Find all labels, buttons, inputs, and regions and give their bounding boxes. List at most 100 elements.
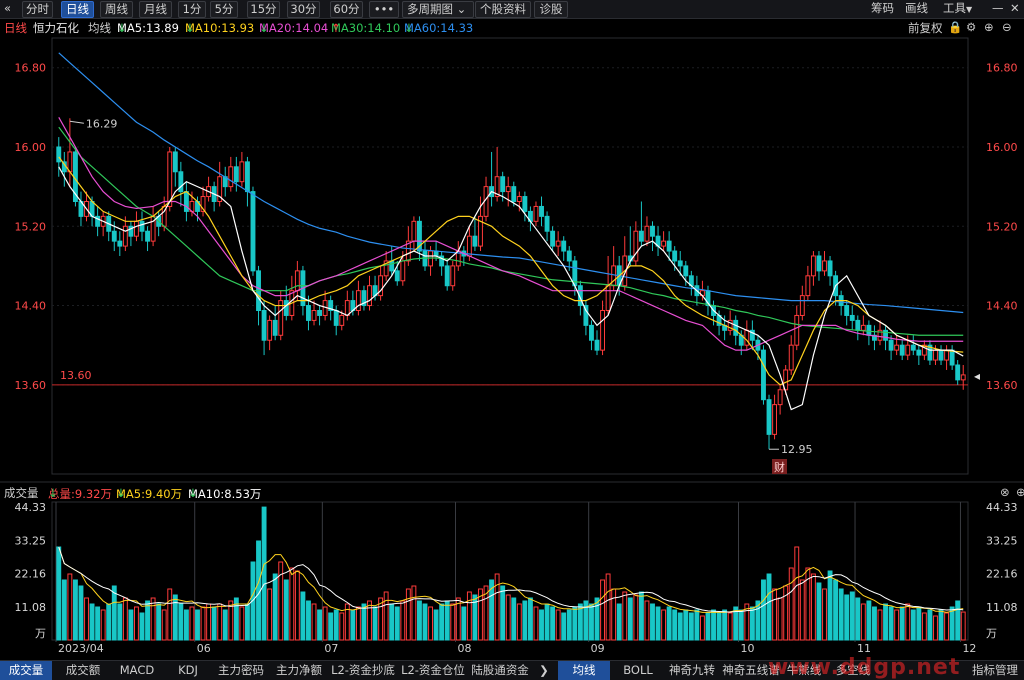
- volume-bar-69: [439, 603, 445, 641]
- volume-bar-68: [433, 609, 439, 641]
- volume-bar-73: [461, 606, 467, 641]
- tab-1[interactable]: 成交额: [58, 661, 108, 680]
- candle-body-83: [516, 196, 522, 203]
- volume-bar-118: [711, 609, 716, 641]
- volume-bar-67: [428, 606, 433, 641]
- volume-bar-80: [500, 585, 506, 641]
- candle-body-89: [550, 230, 556, 247]
- scroll-right-icon[interactable]: ❯: [538, 661, 550, 680]
- volume-bar-103: [627, 597, 633, 641]
- volume-bar-163: [960, 611, 966, 641]
- tab-5[interactable]: 主力净额: [272, 661, 326, 680]
- tab-4[interactable]: 主力密码: [214, 661, 268, 680]
- volume-bar-64: [411, 585, 417, 641]
- candle-body-159: [938, 349, 944, 361]
- volume-bar-146: [866, 600, 872, 641]
- indicator-tab-0[interactable]: 均线: [558, 661, 610, 680]
- candle-body-142: [844, 305, 850, 316]
- month-label-1: 06: [197, 642, 211, 655]
- candle-body-163: [960, 374, 966, 381]
- volume-bar-123: [738, 609, 744, 641]
- candle-body-144: [855, 319, 861, 331]
- candle-body-68: [433, 250, 439, 257]
- volume-bar-102: [622, 591, 628, 641]
- volume-bar-113: [683, 609, 689, 641]
- volume-bar-37: [261, 506, 267, 641]
- candle-body-134: [799, 295, 805, 316]
- volume-bar-24: [189, 606, 195, 641]
- month-label-0: 2023/04: [58, 642, 104, 655]
- volume-bar-1: [61, 579, 67, 641]
- candle-body-15: [139, 220, 145, 232]
- candle-body-136: [810, 255, 816, 277]
- tab-7[interactable]: L2-资金仓位: [400, 661, 466, 680]
- candle-body-106: [644, 225, 650, 242]
- volume-tick-left-0: 44.33: [15, 501, 47, 514]
- volume-bar-55: [361, 603, 367, 641]
- volume-bar-120: [722, 609, 728, 641]
- tab-0[interactable]: 成交量: [0, 661, 52, 680]
- tab-6[interactable]: L2-资金抄底: [330, 661, 396, 680]
- low-annotation: 12.95: [781, 443, 813, 456]
- candle-body-32: [233, 166, 239, 183]
- indicator-tab-1[interactable]: BOLL: [614, 661, 662, 680]
- candle-body-21: [172, 151, 178, 173]
- volume-bar-106: [644, 600, 650, 641]
- volume-bar-65: [417, 600, 422, 641]
- indicator-tab-2[interactable]: 神奇九转: [666, 661, 718, 680]
- high-annotation: 16.29: [86, 117, 118, 130]
- volume-bar-43: [294, 570, 300, 641]
- volume-bar-45: [306, 600, 311, 641]
- volume-bar-9: [106, 603, 112, 641]
- candle-body-43: [294, 270, 300, 292]
- volume-bar-42: [289, 567, 295, 641]
- level-label: 13.60: [60, 369, 92, 382]
- volume-bar-54: [355, 606, 361, 641]
- volume-bar-71: [450, 603, 456, 641]
- volume-bar-62: [400, 600, 406, 641]
- volume-bar-121: [727, 612, 733, 641]
- candle-body-64: [411, 220, 417, 242]
- volume-bar-91: [561, 612, 567, 641]
- candle-body-161: [949, 349, 955, 366]
- volume-bar-44: [300, 591, 306, 641]
- tab-2[interactable]: MACD: [112, 661, 162, 680]
- volume-bar-89: [550, 606, 556, 641]
- volume-bar-13: [128, 609, 134, 641]
- volume-bar-38: [267, 588, 273, 641]
- volume-bar-86: [533, 606, 539, 641]
- tab-8[interactable]: 陆股通资金: [470, 661, 530, 680]
- price-tick-left-0: 16.80: [15, 62, 47, 75]
- month-label-6: 11: [857, 642, 871, 655]
- volume-bar-107: [650, 603, 655, 641]
- indicator-tab-6[interactable]: 指标管理: [966, 661, 1024, 680]
- volume-bar-144: [855, 597, 861, 641]
- ma10-line: [58, 156, 964, 386]
- volume-unit-right: 万: [986, 627, 997, 640]
- volume-bar-142: [844, 594, 850, 641]
- candle-body-91: [561, 240, 567, 252]
- volume-bar-157: [927, 609, 933, 641]
- volume-bar-101: [616, 603, 622, 641]
- kline-chart[interactable]: 16.80 16.80 16.00 16.00 15.20 15.20 14.40 14.40…: [0, 0, 1024, 679]
- financial-report-mark: 财: [774, 460, 785, 474]
- candle-body-112: [677, 260, 683, 267]
- volume-bar-66: [422, 603, 428, 641]
- candle-body-10: [111, 230, 117, 242]
- tab-3[interactable]: KDJ: [168, 661, 208, 680]
- volume-bar-134: [799, 579, 805, 641]
- volume-bar-117: [705, 612, 711, 641]
- volume-bar-82: [511, 597, 517, 641]
- volume-bar-148: [877, 609, 883, 641]
- candle-body-82: [511, 186, 517, 203]
- candle-body-88: [544, 215, 550, 232]
- candle-body-16: [145, 230, 150, 242]
- candle-body-31: [228, 166, 234, 188]
- volume-bar-158: [933, 615, 938, 641]
- candle-body-96: [589, 324, 594, 341]
- high-pointer: [69, 120, 84, 124]
- price-tick-right-3: 14.40: [986, 300, 1018, 313]
- candle-body-50: [333, 310, 339, 326]
- volume-bar-46: [311, 603, 317, 641]
- volume-bar-51: [339, 612, 345, 641]
